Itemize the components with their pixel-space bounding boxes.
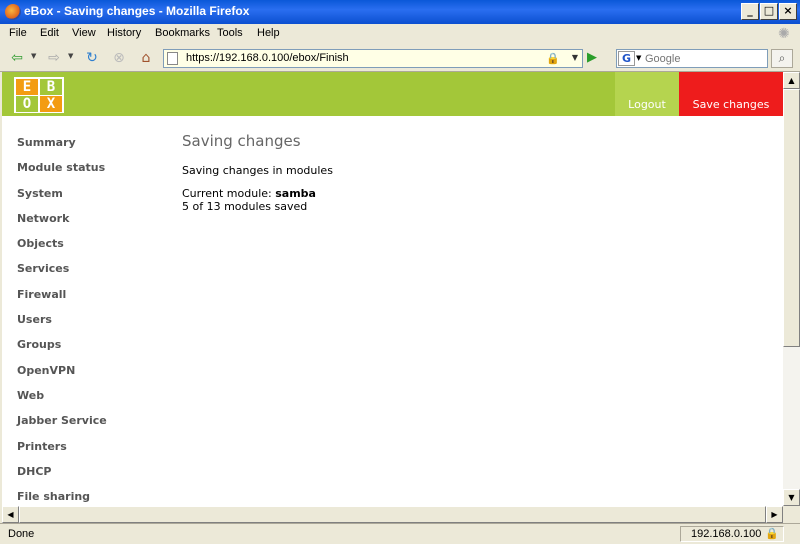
search-box: G ▼ — [616, 49, 768, 68]
throbber-icon: ✺ — [778, 26, 790, 42]
sidebar-item-jabber-service[interactable]: Jabber Service — [17, 414, 157, 439]
menu-file[interactable]: File — [9, 27, 27, 39]
status-lock-icon[interactable]: 🔒 — [765, 527, 779, 540]
current-module-name: samba — [275, 187, 316, 200]
maximize-button[interactable]: □ — [760, 3, 778, 20]
scroll-right-icon[interactable]: ▶ — [766, 506, 783, 523]
firefox-icon — [5, 4, 21, 20]
search-input[interactable] — [645, 51, 765, 66]
window-title: eBox - Saving changes - Mozilla Firefox — [24, 4, 250, 18]
main-content: Saving changes Saving changes in modules… — [182, 132, 742, 213]
status-text: Done — [8, 528, 35, 540]
status-host: 192.168.0.100 — [691, 528, 762, 540]
reload-icon[interactable]: ↻ — [83, 49, 101, 67]
url-bar[interactable]: https://192.168.0.100/ebox/Finish 🔒 ▼ — [163, 49, 583, 68]
sidebar-item-printers[interactable]: Printers — [17, 440, 157, 465]
current-module-label: Current module: — [182, 187, 272, 200]
back-dropdown-icon[interactable]: ▼ — [31, 52, 36, 60]
page-title: Saving changes — [182, 132, 301, 150]
scroll-left-icon[interactable]: ◀ — [2, 506, 19, 523]
lock-icon[interactable]: 🔒 — [546, 52, 560, 65]
menu-edit[interactable]: Edit — [40, 27, 59, 39]
close-button[interactable]: × — [779, 3, 797, 20]
sidebar-item-groups[interactable]: Groups — [17, 338, 157, 363]
sidebar-item-dhcp[interactable]: DHCP — [17, 465, 157, 490]
logout-link[interactable]: Logout — [615, 72, 679, 116]
sidebar-item-openvpn[interactable]: OpenVPN — [17, 364, 157, 389]
url-dropdown-icon[interactable]: ▼ — [572, 53, 578, 62]
sidebar-item-objects[interactable]: Objects — [17, 237, 157, 262]
sidebar-item-summary[interactable]: Summary — [17, 136, 157, 161]
sidebar-item-file-sharing[interactable]: File sharing — [17, 490, 157, 506]
logo-letter: X — [40, 96, 62, 112]
logo-letter: E — [16, 79, 38, 95]
logo-letter: B — [40, 79, 62, 95]
horizontal-scroll-thumb[interactable] — [19, 506, 766, 523]
search-icon[interactable]: ⌕ — [771, 49, 793, 68]
vertical-scroll-thumb[interactable] — [783, 89, 800, 347]
title-bar: eBox - Saving changes - Mozilla Firefox … — [0, 0, 800, 24]
sidebar-item-users[interactable]: Users — [17, 313, 157, 338]
web-page: E B O X Logout Save changes Summary Modu… — [2, 72, 783, 506]
scroll-down-icon[interactable]: ▼ — [783, 489, 800, 506]
sidebar-item-services[interactable]: Services — [17, 262, 157, 287]
google-icon[interactable]: G — [618, 51, 635, 66]
sidebar-item-module-status[interactable]: Module status — [17, 161, 157, 186]
ebox-header: E B O X Logout Save changes — [2, 72, 783, 116]
minimize-button[interactable]: _ — [741, 3, 759, 20]
navigation-toolbar: ⇦ ▼ ⇨ ▼ ↻ ⊗ ⌂ https://192.168.0.100/ebox… — [0, 44, 800, 72]
save-changes-button[interactable]: Save changes — [679, 72, 783, 116]
status-line: Saving changes in modules — [182, 164, 333, 177]
sidebar-item-firewall[interactable]: Firewall — [17, 288, 157, 313]
menu-help[interactable]: Help — [257, 27, 280, 39]
search-engine-dropdown-icon[interactable]: ▼ — [636, 54, 641, 62]
current-module-line: Current module: samba — [182, 187, 742, 200]
go-icon[interactable]: ▶ — [587, 51, 601, 65]
home-icon[interactable]: ⌂ — [137, 49, 155, 67]
ebox-logo[interactable]: E B O X — [14, 77, 64, 113]
status-bar: Done 192.168.0.100 🔒 — [0, 523, 800, 544]
menu-view[interactable]: View — [72, 27, 96, 39]
menu-tools[interactable]: Tools — [217, 27, 243, 39]
stop-icon[interactable]: ⊗ — [110, 49, 128, 67]
sidebar-menu: Summary Module status System Network Obj… — [17, 136, 157, 506]
scroll-up-icon[interactable]: ▲ — [783, 72, 800, 89]
horizontal-scrollbar[interactable]: ◀ ▶ — [2, 506, 783, 523]
back-icon[interactable]: ⇦ — [8, 49, 26, 67]
sidebar-item-network[interactable]: Network — [17, 212, 157, 237]
forward-dropdown-icon[interactable]: ▼ — [68, 52, 73, 60]
vertical-scrollbar[interactable]: ▲ ▼ — [783, 72, 800, 506]
menu-bookmarks[interactable]: Bookmarks — [155, 27, 210, 39]
progress-text: 5 of 13 modules saved — [182, 200, 308, 213]
sidebar-item-web[interactable]: Web — [17, 389, 157, 414]
sidebar-item-system[interactable]: System — [17, 187, 157, 212]
security-panel[interactable]: 192.168.0.100 🔒 — [680, 526, 784, 542]
scroll-corner — [783, 506, 800, 523]
menu-bar: File Edit View History Bookmarks Tools H… — [0, 24, 800, 44]
page-icon — [167, 52, 178, 65]
menu-history[interactable]: History — [107, 27, 141, 39]
forward-icon[interactable]: ⇨ — [45, 49, 63, 67]
url-text: https://192.168.0.100/ebox/Finish — [186, 52, 349, 64]
logo-letter: O — [16, 96, 38, 112]
